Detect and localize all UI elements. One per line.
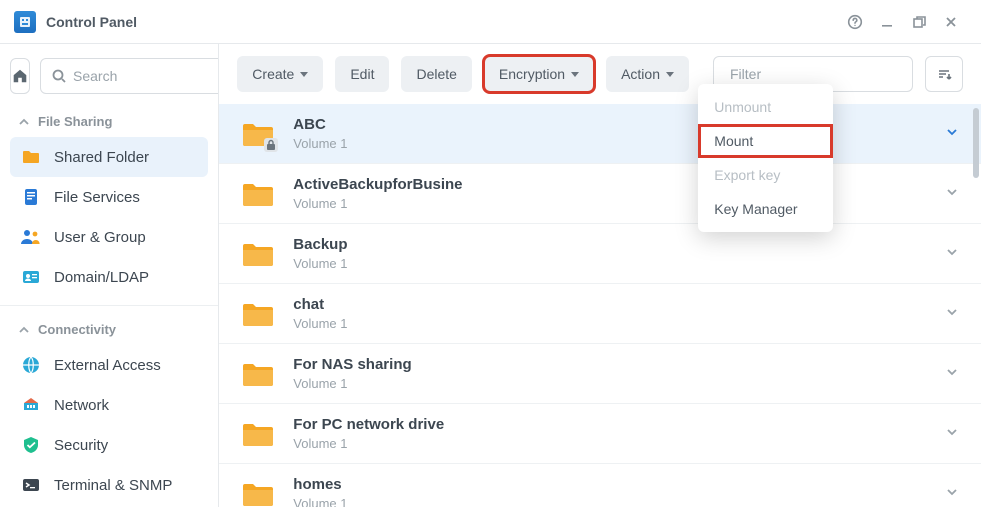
list-item[interactable]: ABC Volume 1 xyxy=(219,104,981,164)
menu-item-key-manager[interactable]: Key Manager xyxy=(698,192,833,226)
chevron-down-icon[interactable] xyxy=(945,245,959,262)
folder-sub: Volume 1 xyxy=(293,496,945,507)
folder-icon xyxy=(241,120,275,148)
encryption-button[interactable]: Encryption xyxy=(484,56,594,92)
sidebar-item-label: Terminal & SNMP xyxy=(54,477,172,494)
id-icon xyxy=(20,267,42,287)
delete-button[interactable]: Delete xyxy=(401,56,471,92)
sidebar-item-domain-ldap[interactable]: Domain/LDAP xyxy=(10,257,208,297)
chevron-down-icon xyxy=(300,72,308,77)
chevron-down-icon xyxy=(571,72,579,77)
sidebar-item-label: Network xyxy=(54,397,109,414)
folder-sub: Volume 1 xyxy=(293,196,945,211)
sidebar-item-label: Security xyxy=(54,437,108,454)
list-item[interactable]: chat Volume 1 xyxy=(219,284,981,344)
window-title: Control Panel xyxy=(46,14,137,30)
sidebar-item-user-group[interactable]: User & Group xyxy=(10,217,208,257)
chevron-down-icon[interactable] xyxy=(945,365,959,382)
sidebar-item-label: User & Group xyxy=(54,229,146,246)
sidebar-item-external-access[interactable]: External Access xyxy=(10,345,208,385)
chevron-down-icon[interactable] xyxy=(945,485,959,502)
chevron-down-icon[interactable] xyxy=(945,305,959,322)
shield-icon xyxy=(20,435,42,455)
folder-sub: Volume 1 xyxy=(293,316,945,331)
section-connectivity[interactable]: Connectivity xyxy=(10,314,208,345)
chevron-down-icon xyxy=(666,72,674,77)
folder-icon xyxy=(241,420,275,448)
encryption-dropdown: Unmount Mount Export key Key Manager xyxy=(698,84,833,232)
search-icon xyxy=(51,68,67,84)
main-panel: Create Edit Delete Encryption Action xyxy=(219,44,981,507)
sidebar-item-terminal-snmp[interactable]: Terminal & SNMP xyxy=(10,465,208,505)
folder-name: Backup xyxy=(293,236,945,253)
edit-button[interactable]: Edit xyxy=(335,56,389,92)
terminal-icon xyxy=(20,475,42,495)
list-item[interactable]: homes Volume 1 xyxy=(219,464,981,507)
folder-sub: Volume 1 xyxy=(293,376,945,391)
list-item[interactable]: For NAS sharing Volume 1 xyxy=(219,344,981,404)
home-button[interactable] xyxy=(10,58,30,94)
folder-list: ABC Volume 1 ActiveBackupforBusine Volum… xyxy=(219,104,981,507)
folder-icon xyxy=(241,480,275,507)
chevron-up-icon xyxy=(18,324,30,336)
chevron-down-icon[interactable] xyxy=(945,125,959,142)
globe-icon xyxy=(20,355,42,375)
folder-icon xyxy=(241,180,275,208)
sidebar-item-label: Shared Folder xyxy=(54,149,149,166)
sidebar-item-label: File Services xyxy=(54,189,140,206)
sidebar-item-network[interactable]: Network xyxy=(10,385,208,425)
scrollbar[interactable] xyxy=(973,108,979,178)
folder-name: ActiveBackupforBusine xyxy=(293,176,945,193)
menu-item-unmount: Unmount xyxy=(698,90,833,124)
folder-icon xyxy=(241,360,275,388)
sidebar: File Sharing Shared Folder File Services… xyxy=(0,44,219,507)
action-button[interactable]: Action xyxy=(606,56,689,92)
sidebar-item-security[interactable]: Security xyxy=(10,425,208,465)
list-item[interactable]: Backup Volume 1 xyxy=(219,224,981,284)
folder-name: For NAS sharing xyxy=(293,356,945,373)
list-item[interactable]: For PC network drive Volume 1 xyxy=(219,404,981,464)
users-icon xyxy=(20,227,42,247)
filter-input[interactable] xyxy=(730,66,911,82)
folder-name: For PC network drive xyxy=(293,416,945,433)
sort-button[interactable] xyxy=(925,56,963,92)
minimize-button[interactable] xyxy=(871,6,903,38)
list-item[interactable]: ActiveBackupforBusine Volume 1 xyxy=(219,164,981,224)
toolbar: Create Edit Delete Encryption Action xyxy=(219,44,981,104)
folder-sub: Volume 1 xyxy=(293,256,945,271)
sidebar-item-label: Domain/LDAP xyxy=(54,269,149,286)
chevron-down-icon[interactable] xyxy=(945,185,959,202)
create-button[interactable]: Create xyxy=(237,56,323,92)
folder-name: homes xyxy=(293,476,945,493)
doc-icon xyxy=(20,187,42,207)
search-input-wrapper[interactable] xyxy=(40,58,219,94)
folder-icon xyxy=(241,300,275,328)
menu-item-mount[interactable]: Mount xyxy=(698,124,833,158)
close-button[interactable] xyxy=(935,6,967,38)
menu-item-export-key: Export key xyxy=(698,158,833,192)
chevron-down-icon[interactable] xyxy=(945,425,959,442)
folder-sub: Volume 1 xyxy=(293,136,945,151)
maximize-button[interactable] xyxy=(903,6,935,38)
chevron-up-icon xyxy=(18,116,30,128)
search-input[interactable] xyxy=(73,68,219,84)
help-button[interactable] xyxy=(839,6,871,38)
folder-icon xyxy=(20,147,42,167)
sidebar-item-label: External Access xyxy=(54,357,161,374)
folder-name: ABC xyxy=(293,116,945,133)
section-file-sharing[interactable]: File Sharing xyxy=(10,106,208,137)
app-icon xyxy=(14,11,36,33)
folder-name: chat xyxy=(293,296,945,313)
network-icon xyxy=(20,395,42,415)
titlebar: Control Panel xyxy=(0,0,981,44)
lock-icon xyxy=(264,138,278,152)
folder-sub: Volume 1 xyxy=(293,436,945,451)
sidebar-item-shared-folder[interactable]: Shared Folder xyxy=(10,137,208,177)
folder-icon xyxy=(241,240,275,268)
sidebar-item-file-services[interactable]: File Services xyxy=(10,177,208,217)
